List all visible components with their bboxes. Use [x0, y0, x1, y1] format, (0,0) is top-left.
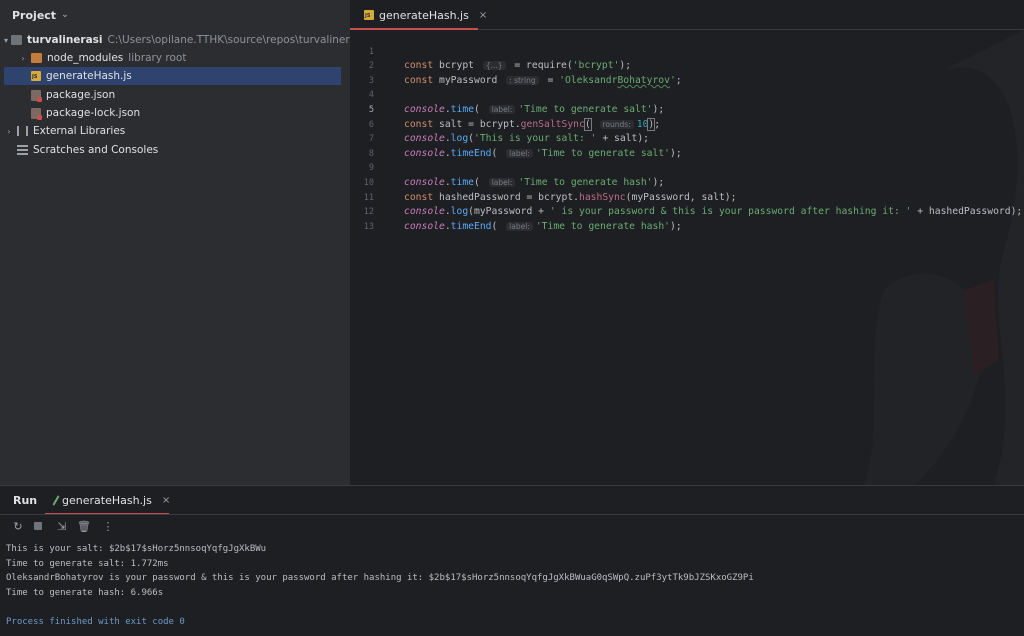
- more-icon[interactable]: ⋮: [102, 521, 114, 533]
- tree-item-label: node_modules: [47, 52, 124, 64]
- javascript-file-icon: [31, 71, 41, 81]
- project-header[interactable]: Project ⌄: [0, 0, 350, 30]
- javascript-file-icon: [364, 10, 374, 20]
- run-tab-label: generateHash.js: [62, 493, 152, 507]
- tree-item-package-json[interactable]: package.json: [4, 86, 341, 104]
- close-icon[interactable]: ×: [162, 495, 170, 506]
- code-line[interactable]: 9 console.time( label: 'Time to generate …: [350, 147, 1024, 188]
- trash-icon[interactable]: 🗑: [77, 521, 91, 533]
- project-panel: Project ⌄ ▾ turvalinerasi C:\Users\opila…: [0, 0, 365, 485]
- run-panel-header: Run generateHash.js ×: [0, 486, 1024, 515]
- tree-item-node-modules[interactable]: › node_modules library root: [4, 49, 341, 67]
- code-editor[interactable]: generateHash.js × 1 const bcrypt {...} =…: [350, 0, 1024, 485]
- run-panel: Run generateHash.js × ↻ ⇲ 🗑 ⋮ This is yo…: [0, 485, 1024, 636]
- tree-item-external-libraries[interactable]: › External Libraries: [4, 122, 341, 140]
- code-line[interactable]: 7 console.timeEnd( label: 'Time to genera…: [350, 118, 1024, 159]
- code-line[interactable]: 1 const bcrypt {...} = require('bcrypt')…: [350, 30, 1024, 72]
- chevron-down-icon[interactable]: ▾: [4, 36, 8, 45]
- rerun-icon[interactable]: ↻: [12, 521, 24, 533]
- tree-item-generatehash-js[interactable]: generateHash.js: [4, 67, 341, 85]
- tree-item-label: package-lock.json: [46, 107, 141, 119]
- folder-icon: [11, 35, 23, 45]
- folder-icon: [31, 53, 42, 63]
- chevron-right-icon[interactable]: ›: [18, 54, 28, 63]
- tree-item-project-root[interactable]: ▾ turvalinerasi C:\Users\opilane.TTHK\so…: [4, 31, 365, 49]
- tree-item-label: package.json: [46, 89, 116, 101]
- chevron-down-icon[interactable]: ⌄: [61, 10, 69, 20]
- code-line[interactable]: 13: [350, 205, 1024, 232]
- tree-item-package-lock-json[interactable]: package-lock.json: [4, 104, 341, 122]
- code-line[interactable]: 2 const myPassword : string = 'Oleksandr…: [350, 45, 1024, 86]
- library-root-note: library root: [128, 52, 187, 64]
- editor-tab-bar: generateHash.js ×: [350, 0, 1024, 30]
- json-file-icon: [31, 89, 42, 102]
- scratches-icon: [17, 145, 28, 155]
- console-output-line: Time to generate hash: 6.966s: [6, 587, 164, 598]
- code-line[interactable]: 11 console.log(myPassword + ' is your pa…: [350, 176, 1024, 218]
- code-line[interactable]: 12 console.timeEnd( label: 'Time to gener…: [350, 191, 1024, 232]
- run-toolbar: ↻ ⇲ 🗑 ⋮: [0, 514, 1024, 540]
- console-output-line: This is your salt: $2b$17$sHorz5nnsoqYqf…: [6, 544, 267, 554]
- run-panel-title[interactable]: Run: [13, 494, 37, 507]
- tree-item-scratches[interactable]: Scratches and Consoles: [4, 141, 341, 159]
- tree-item-label: Scratches and Consoles: [33, 144, 159, 156]
- console-output-line: OleksandrBohatyrov is your password & th…: [6, 573, 754, 583]
- code-line[interactable]: 6 console.log('This is your salt: ' + sa…: [350, 103, 1024, 145]
- chevron-right-icon[interactable]: ›: [4, 127, 14, 136]
- json-file-icon: [31, 107, 42, 120]
- scroll-to-end-icon[interactable]: ⇲: [56, 521, 68, 533]
- tree-item-label: generateHash.js: [46, 70, 132, 82]
- stop-icon[interactable]: [32, 521, 44, 533]
- close-icon[interactable]: ×: [479, 10, 487, 21]
- code-line-current[interactable]: 5 const salt = bcrypt.genSaltSync( round…: [350, 88, 1024, 131]
- param-hint: label:: [506, 221, 533, 231]
- project-path: C:\Users\opilane.TTHK\source\repos\turva…: [107, 34, 365, 46]
- code-line[interactable]: 10 const hashedPassword = bcrypt.hashSyn…: [350, 161, 1024, 203]
- tree-item-label: External Libraries: [33, 125, 126, 137]
- tree-item-label: turvalinerasi: [27, 34, 103, 46]
- code-line[interactable]: 4 console.time( label: 'Time to generate …: [350, 74, 1024, 115]
- nodejs-icon: [52, 494, 60, 506]
- process-exit-message: Process finished with exit code 0: [6, 616, 185, 627]
- line-number: 13: [363, 221, 374, 232]
- library-icon: [17, 126, 28, 136]
- project-title[interactable]: Project: [12, 9, 56, 22]
- tab-label: generateHash.js: [379, 8, 469, 22]
- code-line[interactable]: 3: [350, 59, 1024, 86]
- run-tab-generatehash-js[interactable]: generateHash.js ×: [45, 486, 170, 514]
- tab-generatehash-js[interactable]: generateHash.js ×: [350, 0, 487, 30]
- code-line[interactable]: 8: [350, 132, 1024, 159]
- console-output-line: Time to generate salt: 1.772ms: [6, 558, 169, 569]
